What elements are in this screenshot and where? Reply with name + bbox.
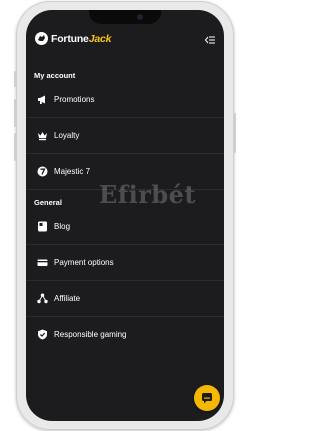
chat-button[interactable] xyxy=(194,385,220,411)
menu-item-payment-options[interactable]: Payment options xyxy=(26,245,224,281)
menu-item-affiliate[interactable]: Affiliate xyxy=(26,281,224,317)
power-button xyxy=(233,113,236,153)
menu-item-loyalty[interactable]: Loyalty xyxy=(26,118,224,154)
menu-label-responsible-gaming: Responsible gaming xyxy=(54,330,127,339)
shield-check-icon xyxy=(37,329,48,340)
blog-icon xyxy=(37,221,48,232)
chat-icon xyxy=(202,393,212,404)
card-icon xyxy=(37,257,48,268)
number-seven-icon xyxy=(37,166,48,177)
fortunejack-logo-icon xyxy=(35,32,48,45)
menu-label-blog: Blog xyxy=(54,222,71,231)
camera-icon xyxy=(137,14,143,20)
brand-logo[interactable]: FortuneJack xyxy=(51,33,111,45)
menu-item-promotions[interactable]: Promotions xyxy=(26,82,224,118)
crown-icon xyxy=(37,130,48,141)
phone-frame: FortuneJack My account Promotions Loyalt… xyxy=(14,1,236,430)
section-title-my-account: My account xyxy=(34,71,76,80)
phone-notch xyxy=(89,10,161,24)
menu-label-loyalty: Loyalty xyxy=(54,131,80,140)
section-title-general: General xyxy=(34,198,62,207)
megaphone-icon xyxy=(37,94,48,105)
network-icon xyxy=(37,293,48,304)
app-header: FortuneJack xyxy=(26,28,224,50)
menu-label-payment-options: Payment options xyxy=(54,258,114,267)
volume-down-button xyxy=(14,133,17,161)
brand-name-primary: Fortune xyxy=(51,33,89,45)
menu-item-blog[interactable]: Blog xyxy=(26,209,224,245)
app-screen: FortuneJack My account Promotions Loyalt… xyxy=(26,10,224,421)
brand-name-accent: Jack xyxy=(88,33,112,45)
menu-item-responsible-gaming[interactable]: Responsible gaming xyxy=(26,317,224,353)
mute-switch xyxy=(14,71,17,87)
menu-label-promotions: Promotions xyxy=(54,95,95,104)
watermark: Efirbét xyxy=(99,180,197,209)
volume-up-button xyxy=(14,99,17,127)
menu-label-affiliate: Affiliate xyxy=(54,294,81,303)
collapse-menu-icon[interactable] xyxy=(204,33,216,45)
menu-label-majestic-7: Majestic 7 xyxy=(54,167,91,176)
